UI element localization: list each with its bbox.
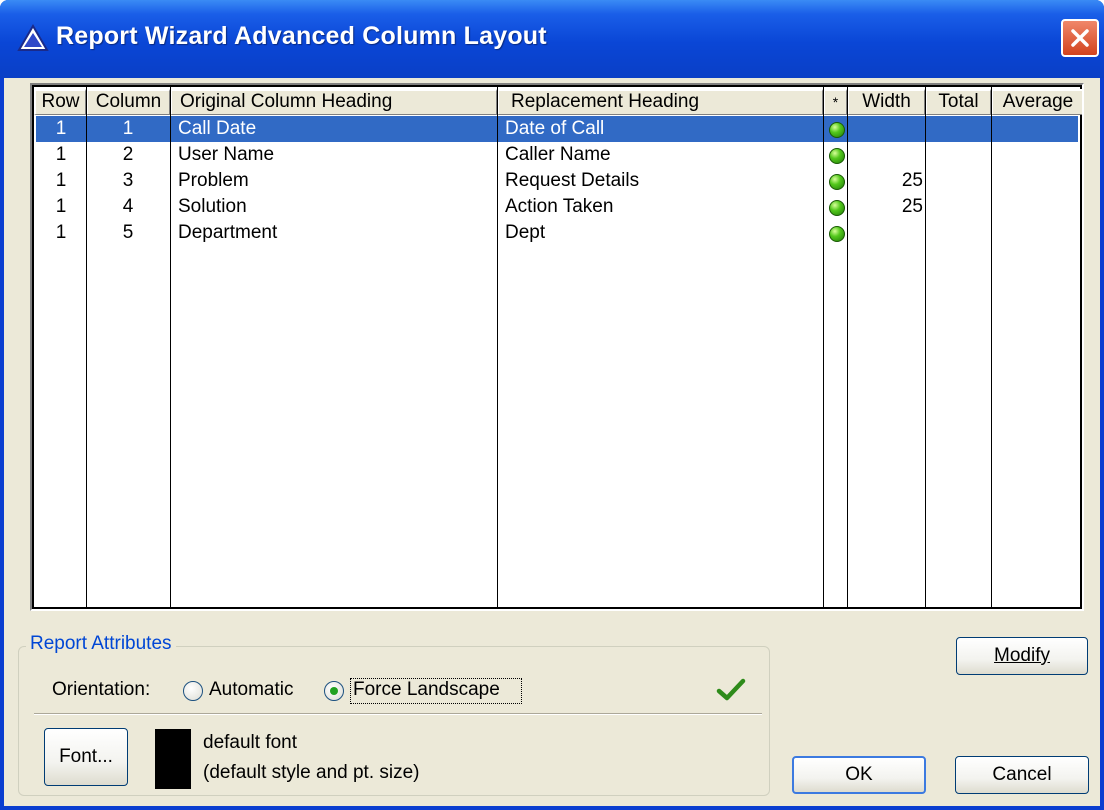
font-color-swatch [155,729,191,789]
window-title: Report Wizard Advanced Column Layout [56,22,547,50]
dialog-window: Report Wizard Advanced Column Layout Row… [0,0,1104,810]
cell-column: 4 [122,196,134,217]
column-layout-grid[interactable]: Row Column Original Column Heading Repla… [30,83,1084,611]
table-row[interactable]: 1 4 Solution Action Taken 25 [36,194,1078,220]
header-original-heading[interactable]: Original Column Heading [170,89,497,115]
cell-replacement-heading: Request Details [505,170,640,191]
header-width[interactable]: Width [847,89,925,115]
force-landscape-radio[interactable] [324,681,344,701]
cell-row: 1 [55,196,67,217]
cell-replacement-heading: Action Taken [505,196,614,217]
cell-original-heading: Solution [178,196,247,217]
table-row[interactable]: 1 1 Call Date Date of Call [36,116,1078,142]
ok-button[interactable]: OK [792,756,926,794]
automatic-radio[interactable] [183,681,203,701]
header-replacement-heading[interactable]: Replacement Heading [497,89,823,115]
cell-original-heading: Department [178,222,278,243]
cell-original-heading: Call Date [178,118,257,139]
group-separator [34,713,762,715]
cell-original-heading: User Name [178,144,275,165]
header-row[interactable]: Row [34,89,86,115]
font-button[interactable]: Font... [44,728,128,786]
cell-width [847,220,923,246]
cell-column: 2 [122,144,134,165]
table-row[interactable]: 1 3 Problem Request Details 25 [36,168,1078,194]
status-dot-icon [829,174,845,190]
header-column[interactable]: Column [86,89,170,115]
status-dot-icon [829,226,845,242]
header-total[interactable]: Total [925,89,991,115]
radio-selected-dot [330,687,338,695]
status-dot-icon [829,148,845,164]
column-divider [991,87,992,607]
modify-button[interactable]: Modify [956,637,1088,675]
cell-column: 1 [122,118,134,139]
report-attributes-title: Report Attributes [26,633,176,655]
cell-width [847,142,923,168]
cell-column: 5 [122,222,134,243]
cell-column: 3 [122,170,134,191]
close-button[interactable] [1061,19,1099,57]
header-average[interactable]: Average [991,89,1082,115]
cell-row: 1 [55,118,67,139]
triangle-app-icon [17,24,49,51]
column-divider [86,87,87,607]
cell-row: 1 [55,144,67,165]
cell-replacement-heading: Dept [505,222,546,243]
automatic-label[interactable]: Automatic [209,679,293,701]
grid-frame: Row Column Original Column Heading Repla… [32,85,1082,609]
table-row[interactable]: 1 2 User Name Caller Name [36,142,1078,168]
cell-original-heading: Problem [178,170,249,191]
column-divider [847,87,848,607]
column-divider [823,87,824,607]
title-bar[interactable]: Report Wizard Advanced Column Layout [0,0,1104,78]
checkmark-icon [716,678,746,701]
font-style-label: (default style and pt. size) [203,762,420,783]
cancel-button[interactable]: Cancel [955,756,1089,794]
table-row[interactable]: 1 5 Department Dept [36,220,1078,246]
column-divider [497,87,498,607]
force-landscape-label[interactable]: Force Landscape [353,679,500,701]
orientation-label: Orientation: [52,679,151,700]
modify-button-label: Modify [994,645,1050,666]
cell-width [847,116,923,142]
column-divider [925,87,926,607]
font-name-label: default font [203,732,298,753]
status-dot-icon [829,200,845,216]
cell-row: 1 [55,170,67,191]
cell-row: 1 [55,222,67,243]
cell-width: 25 [901,170,923,191]
header-star[interactable]: * [823,89,847,115]
close-icon [1071,29,1089,47]
status-dot-icon [829,122,845,138]
cell-replacement-heading: Date of Call [505,118,605,139]
column-divider [170,87,171,607]
cell-replacement-heading: Caller Name [505,144,611,165]
cell-width: 25 [901,196,923,217]
dialog-client-area: Row Column Original Column Heading Repla… [4,78,1100,806]
